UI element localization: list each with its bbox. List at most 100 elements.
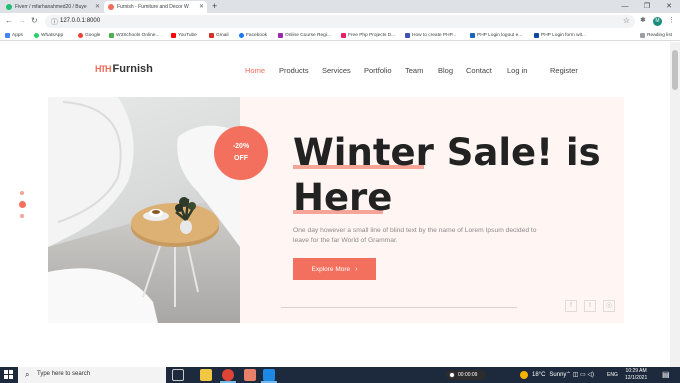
bookmark-create-php[interactable]: How to create PHP... <box>405 31 456 40</box>
url-text[interactable]: 127.0.0.1:8000 <box>60 18 100 24</box>
bookmark-label: PHP Login form wit... <box>541 33 586 38</box>
slider-dot[interactable] <box>20 191 24 195</box>
clock-date: 12/1/2021 <box>625 375 648 381</box>
whatsapp-icon <box>34 33 39 38</box>
youtube-icon <box>171 33 176 38</box>
extensions-icon[interactable]: ✱ <box>640 15 646 27</box>
headline-text-2: Here <box>293 176 393 219</box>
maximize-icon[interactable]: ❐ <box>636 0 658 13</box>
fiverr-favicon-icon <box>6 4 12 10</box>
browser-menu-icon[interactable]: ⋮ <box>668 15 675 27</box>
nav-team[interactable]: Team <box>405 66 423 75</box>
browser-tab-strip: Fiverr / mfarhanahmed20 / Buye ✕ Furnish… <box>0 0 680 13</box>
page-scrollbar[interactable] <box>670 42 680 367</box>
bookmark-label: Gmail <box>216 33 229 38</box>
bookmark-site-icon <box>405 33 410 38</box>
search-placeholder: Type here to search <box>37 371 91 377</box>
tab-fiverr[interactable]: Fiverr / mfarhanahmed20 / Buye ✕ <box>2 1 103 13</box>
search-icon: ⌕ <box>25 370 30 379</box>
taskbar-clock[interactable]: 10:29 AM 12/1/2021 <box>625 368 647 382</box>
twitter-icon[interactable]: t <box>584 300 596 312</box>
taskbar-search-input[interactable]: ⌕ Type here to search <box>18 367 166 383</box>
site-info-icon[interactable]: ⓘ <box>51 17 58 27</box>
task-view-icon[interactable] <box>172 369 184 381</box>
explore-more-label: Explore More <box>311 265 351 273</box>
discount-off: OFF <box>234 155 248 162</box>
nav-blog[interactable]: Blog <box>438 66 453 75</box>
bookmark-apps[interactable]: Apps <box>5 31 23 40</box>
bookmark-online-course[interactable]: Online Course Regi... <box>278 31 331 40</box>
windows-taskbar: ⌕ Type here to search 00:00:09 18°C Sunn… <box>0 367 680 383</box>
google-icon <box>78 33 83 38</box>
reading-list[interactable]: Reading list <box>640 31 672 40</box>
bookmark-star-icon[interactable]: ☆ <box>623 16 630 25</box>
headline-line-2: Here <box>293 175 601 220</box>
nav-register[interactable]: Register <box>550 66 578 75</box>
close-window-icon[interactable]: ✕ <box>658 0 680 13</box>
bookmark-site-icon <box>470 33 475 38</box>
bookmark-site-icon <box>341 33 346 38</box>
bookmark-google[interactable]: Google <box>78 31 100 40</box>
bookmark-label: How to create PHP... <box>412 33 457 38</box>
nav-products[interactable]: Products <box>279 66 309 75</box>
hero-image <box>48 97 240 323</box>
tab-title: Fiverr / mfarhanahmed20 / Buye <box>15 4 87 10</box>
bookmark-label: Online Course Regi... <box>285 33 331 38</box>
w3schools-icon <box>109 33 114 38</box>
logo-text: Furnish <box>112 63 153 75</box>
clock-time: 10:29 AM <box>625 368 647 374</box>
bookmark-php-logout[interactable]: PHP Login logout e... <box>470 31 522 40</box>
explore-more-button[interactable]: Explore More › <box>293 258 376 280</box>
nav-home[interactable]: Home <box>245 66 265 75</box>
bookmark-facebook[interactable]: Facebook <box>239 31 267 40</box>
new-tab-icon[interactable]: + <box>212 1 217 12</box>
vscode-icon[interactable] <box>263 369 275 381</box>
forward-icon[interactable]: → <box>18 15 26 27</box>
nav-services[interactable]: Services <box>322 66 351 75</box>
scrollbar-thumb[interactable] <box>672 50 678 90</box>
bookmark-gmail[interactable]: Gmail <box>209 31 229 40</box>
sun-icon <box>520 371 528 379</box>
bookmark-whatsapp[interactable]: WhatsApp <box>34 31 63 40</box>
recorder-time: 00:00:09 <box>458 372 478 378</box>
logo-chair-icon: HTH <box>95 64 111 74</box>
weather-widget[interactable]: 18°C Sunny <box>520 370 566 380</box>
bookmark-label: WhatsApp <box>41 33 64 38</box>
bookmark-youtube[interactable]: YouTube <box>171 31 197 40</box>
address-bar[interactable]: ⓘ 127.0.0.1:8000 ☆ <box>45 15 635 28</box>
bookmark-w3schools[interactable]: W3Schools Online... <box>109 31 159 40</box>
bookmark-label: Free Php Projects D... <box>348 33 396 38</box>
instagram-icon[interactable]: ◎ <box>603 300 615 312</box>
language-indicator[interactable]: ENG <box>607 370 618 380</box>
bookmark-label: Google <box>85 33 101 38</box>
nav-contact[interactable]: Contact <box>466 66 492 75</box>
minimize-icon[interactable]: — <box>614 0 636 13</box>
facebook-icon <box>239 33 244 38</box>
slider-dot-active[interactable] <box>19 201 26 208</box>
facebook-icon[interactable]: f <box>565 300 577 312</box>
gmail-icon <box>209 33 214 38</box>
file-explorer-icon[interactable] <box>200 369 212 381</box>
nav-portfolio[interactable]: Portfolio <box>364 66 392 75</box>
bookmark-php-projects[interactable]: Free Php Projects D... <box>341 31 395 40</box>
app-icon[interactable] <box>244 369 256 381</box>
chrome-icon[interactable] <box>222 369 234 381</box>
slider-dot[interactable] <box>20 214 24 218</box>
close-tab-icon[interactable]: ✕ <box>199 3 204 10</box>
tab-furnish[interactable]: Furnish - Furniture and Decor W ✕ <box>104 1 207 13</box>
profile-avatar[interactable]: M <box>653 17 662 26</box>
notification-icon[interactable]: ▤ <box>662 370 670 380</box>
browser-toolbar: ← → ↻ ⓘ 127.0.0.1:8000 ☆ ✱ ⋮ <box>0 13 680 30</box>
back-icon[interactable]: ← <box>5 15 13 27</box>
close-tab-icon[interactable]: ✕ <box>95 3 100 10</box>
windows-start-icon[interactable] <box>4 370 13 379</box>
bookmark-label: YouTube <box>178 33 197 38</box>
bookmark-php-login-form[interactable]: PHP Login form wit... <box>534 31 586 40</box>
bookmark-label: Apps <box>12 33 23 38</box>
screen-recorder[interactable]: 00:00:09 <box>446 370 486 380</box>
system-tray-icons[interactable]: ⌃ ◫ ▭ ◁) <box>566 370 594 380</box>
reload-icon[interactable]: ↻ <box>31 15 38 27</box>
nav-login[interactable]: Log in <box>507 66 527 75</box>
temperature: 18°C <box>532 372 546 378</box>
site-logo[interactable]: HTH Furnish <box>95 63 153 75</box>
